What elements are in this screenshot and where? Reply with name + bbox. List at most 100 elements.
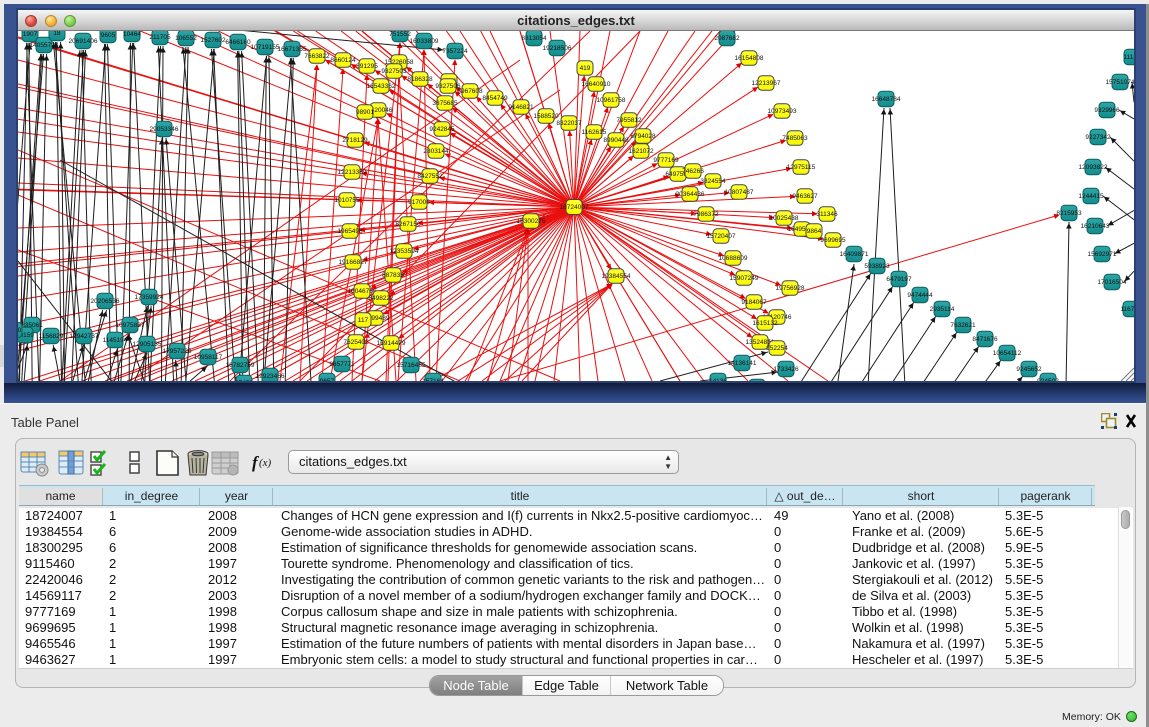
svg-text:2718129: 2718129 — [342, 137, 368, 144]
svg-text:9605: 9605 — [101, 32, 116, 39]
svg-text:9329966: 9329966 — [1094, 107, 1120, 114]
svg-text:8471676: 8471676 — [972, 336, 998, 343]
svg-text:14136: 14136 — [709, 378, 727, 381]
svg-text:10464: 10464 — [123, 31, 141, 38]
svg-text:12213967: 12213967 — [752, 80, 781, 87]
svg-text:8813054: 8813054 — [521, 35, 547, 42]
svg-text:419: 419 — [580, 65, 591, 72]
svg-text:97450: 97450 — [235, 380, 253, 381]
svg-text:8660124: 8660124 — [330, 57, 356, 64]
svg-text:1527602: 1527602 — [200, 37, 226, 44]
svg-text:12093822: 12093822 — [1079, 164, 1108, 171]
svg-text:8454749: 8454749 — [482, 95, 508, 102]
svg-text:10025438: 10025438 — [770, 215, 799, 222]
svg-text:20691406: 20691406 — [69, 38, 98, 45]
svg-text:18: 18 — [53, 31, 61, 37]
svg-text:16154808: 16154808 — [735, 55, 764, 62]
svg-text:2935114: 2935114 — [930, 306, 955, 313]
svg-text:1156829: 1156829 — [39, 333, 64, 340]
svg-text:19166827: 19166827 — [339, 259, 368, 266]
svg-text:19384554: 19384554 — [602, 273, 631, 280]
svg-text:6466160: 6466160 — [225, 39, 251, 46]
svg-text:9864: 9864 — [807, 228, 822, 235]
svg-text:20206536: 20206536 — [91, 298, 120, 305]
svg-text:1621072: 1621072 — [628, 148, 654, 155]
svg-text:19756928: 19756928 — [776, 285, 805, 292]
svg-text:10958117: 10958117 — [194, 354, 223, 361]
svg-text:8215953: 8215953 — [1056, 210, 1082, 217]
svg-text:211705: 211705 — [149, 34, 171, 41]
svg-text:9146821: 9146821 — [508, 104, 534, 111]
svg-text:746266: 746266 — [682, 168, 704, 175]
svg-text:7625402: 7625402 — [343, 339, 369, 346]
svg-text:7663822: 7663822 — [304, 53, 330, 60]
svg-text:1145194: 1145194 — [103, 337, 128, 344]
svg-text:10961758: 10961758 — [597, 97, 626, 104]
svg-text:9327503: 9327503 — [381, 68, 407, 75]
svg-text:16648784: 16648784 — [872, 96, 901, 103]
svg-text:6794028: 6794028 — [630, 133, 656, 140]
svg-text:1162615: 1162615 — [582, 129, 607, 136]
svg-text:12353594: 12353594 — [390, 248, 419, 255]
svg-text:924502: 924502 — [1037, 378, 1059, 381]
svg-text:8322037: 8322037 — [556, 120, 582, 127]
svg-text:7485063: 7485063 — [782, 135, 808, 142]
svg-text:5938923: 5938923 — [864, 263, 890, 270]
svg-text:9150: 9150 — [18, 327, 22, 334]
svg-text:887833: 887833 — [382, 272, 404, 279]
svg-text:157164: 157164 — [422, 378, 444, 381]
svg-text:17957225: 17957225 — [163, 348, 192, 355]
svg-text:1965498: 1965498 — [337, 228, 363, 235]
svg-text:9657: 9657 — [320, 378, 335, 381]
svg-text:891295: 891295 — [356, 63, 378, 70]
svg-text:18300275: 18300275 — [517, 218, 546, 225]
svg-text:7955812: 7955812 — [616, 117, 642, 124]
svg-text:19218506: 19218506 — [543, 45, 572, 52]
svg-text:11124: 11124 — [1123, 54, 1134, 61]
svg-text:15692971: 15692971 — [1088, 251, 1117, 258]
svg-text:10654112: 10654112 — [993, 350, 1022, 357]
svg-text:12975115: 12975115 — [787, 164, 816, 171]
svg-text:16210643: 16210643 — [1081, 223, 1110, 230]
svg-text:10046766: 10046766 — [348, 288, 377, 295]
svg-text:311346: 311346 — [816, 211, 838, 218]
svg-text:9242845: 9242845 — [429, 126, 455, 133]
svg-text:8186328: 8186328 — [407, 76, 433, 83]
svg-text:15907249: 15907249 — [730, 275, 759, 282]
svg-text:29053346: 29053346 — [150, 126, 179, 133]
svg-text:12923466: 12923466 — [256, 373, 285, 380]
svg-text:751552: 751552 — [389, 31, 411, 38]
svg-text:2967608: 2967608 — [457, 88, 483, 95]
svg-text:14136141: 14136141 — [728, 360, 757, 367]
svg-text:16782759: 16782759 — [226, 362, 255, 369]
svg-text:20364436: 20364436 — [676, 191, 705, 198]
svg-text:9184067: 9184067 — [741, 299, 767, 306]
svg-text:17359924: 17359924 — [135, 294, 164, 301]
svg-text:12905135: 12905135 — [133, 341, 162, 348]
svg-text:7357224: 7357224 — [442, 48, 468, 55]
svg-text:3824554: 3824554 — [700, 178, 726, 185]
svg-text:1588520: 1588520 — [533, 113, 559, 120]
svg-text:16033809: 16033809 — [410, 38, 439, 45]
svg-text:17016504: 17016504 — [1098, 279, 1127, 286]
svg-text:9245652: 9245652 — [1016, 366, 1042, 373]
svg-text:18724007: 18724007 — [560, 204, 589, 211]
svg-text:1733426: 1733426 — [773, 366, 799, 373]
svg-text:6479197: 6479197 — [886, 276, 912, 283]
svg-text:10688609: 10688609 — [719, 255, 748, 262]
svg-text:12213389: 12213389 — [338, 169, 367, 176]
svg-text:98901: 98901 — [356, 109, 374, 116]
svg-text:9777169: 9777169 — [653, 157, 679, 164]
svg-text:1615132: 1615132 — [752, 320, 778, 327]
svg-text:(x): (x) — [259, 457, 272, 469]
svg-text:1010755: 1010755 — [334, 197, 360, 204]
svg-text:106552: 106552 — [175, 35, 197, 42]
svg-text:10973493: 10973493 — [768, 108, 797, 115]
svg-text:3875685: 3875685 — [432, 100, 458, 107]
svg-text:9657771: 9657771 — [329, 361, 355, 368]
svg-text:15751074: 15751074 — [1106, 79, 1134, 86]
svg-text:7632621: 7632621 — [950, 322, 976, 329]
svg-text:117: 117 — [358, 317, 369, 324]
svg-text:9699695: 9699695 — [820, 237, 846, 244]
svg-text:10975887: 10975887 — [116, 322, 145, 329]
